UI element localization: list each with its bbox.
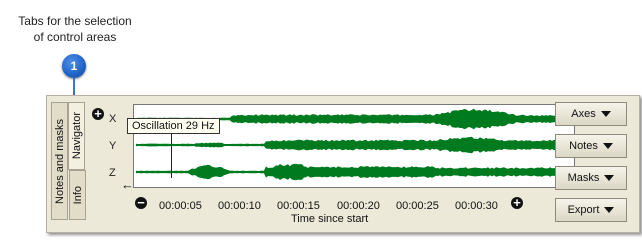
- zoom-in-icon[interactable]: +: [511, 196, 523, 209]
- tick-label: 00:00:20: [337, 200, 380, 212]
- channel-label-z: Z: [109, 167, 116, 179]
- callout-text: Tabs for the selection of control areas: [0, 13, 150, 45]
- tick-label: 00:00:30: [455, 200, 498, 212]
- tick-label: 00:00:05: [159, 200, 202, 212]
- arrow-left-icon[interactable]: ←: [121, 178, 134, 191]
- notes-button[interactable]: Notes: [555, 134, 627, 158]
- callout-text-line2: of control areas: [33, 30, 117, 44]
- button-label: Notes: [569, 140, 598, 152]
- tab-info[interactable]: Info: [69, 170, 86, 220]
- tab-label: Navigator: [70, 112, 83, 160]
- tab-label: Notes and masks: [53, 118, 66, 204]
- chevron-down-icon: [604, 175, 615, 181]
- zoom-out-icon[interactable]: −: [135, 196, 147, 209]
- button-label: Export: [567, 204, 600, 216]
- masks-button[interactable]: Masks: [555, 166, 627, 190]
- chevron-down-icon: [600, 111, 611, 117]
- x-axis-label: Time since start: [291, 213, 369, 225]
- tab-label: Info: [71, 185, 84, 205]
- callout-badge: 1: [62, 54, 86, 78]
- button-label: Masks: [567, 172, 600, 184]
- tick-label: 00:00:25: [396, 200, 439, 212]
- tick-label: 00:00:10: [218, 200, 261, 212]
- chevron-down-icon: [604, 207, 615, 213]
- tab-navigator[interactable]: Navigator: [68, 102, 85, 170]
- channel-label-y: Y: [109, 140, 117, 152]
- waveform-y: [136, 136, 572, 154]
- tab-notes-and-masks[interactable]: Notes and masks: [51, 102, 68, 220]
- axes-button[interactable]: Axes: [555, 102, 627, 126]
- tick-label: 00:00:15: [277, 200, 320, 212]
- waveform-plot[interactable]: [133, 104, 575, 188]
- control-panel: Notes and masks Info Navigator + X Y Z O…: [46, 95, 640, 233]
- callout-text-line1: Tabs for the selection: [18, 14, 132, 28]
- zoom-in-icon[interactable]: +: [92, 107, 104, 120]
- oscillation-tooltip: Oscillation 29 Hz: [127, 118, 220, 134]
- channel-label-x: X: [109, 113, 117, 125]
- button-label: Axes: [571, 108, 596, 120]
- waveform-z: [136, 163, 572, 181]
- chevron-down-icon: [602, 143, 613, 149]
- export-button[interactable]: Export: [555, 198, 627, 222]
